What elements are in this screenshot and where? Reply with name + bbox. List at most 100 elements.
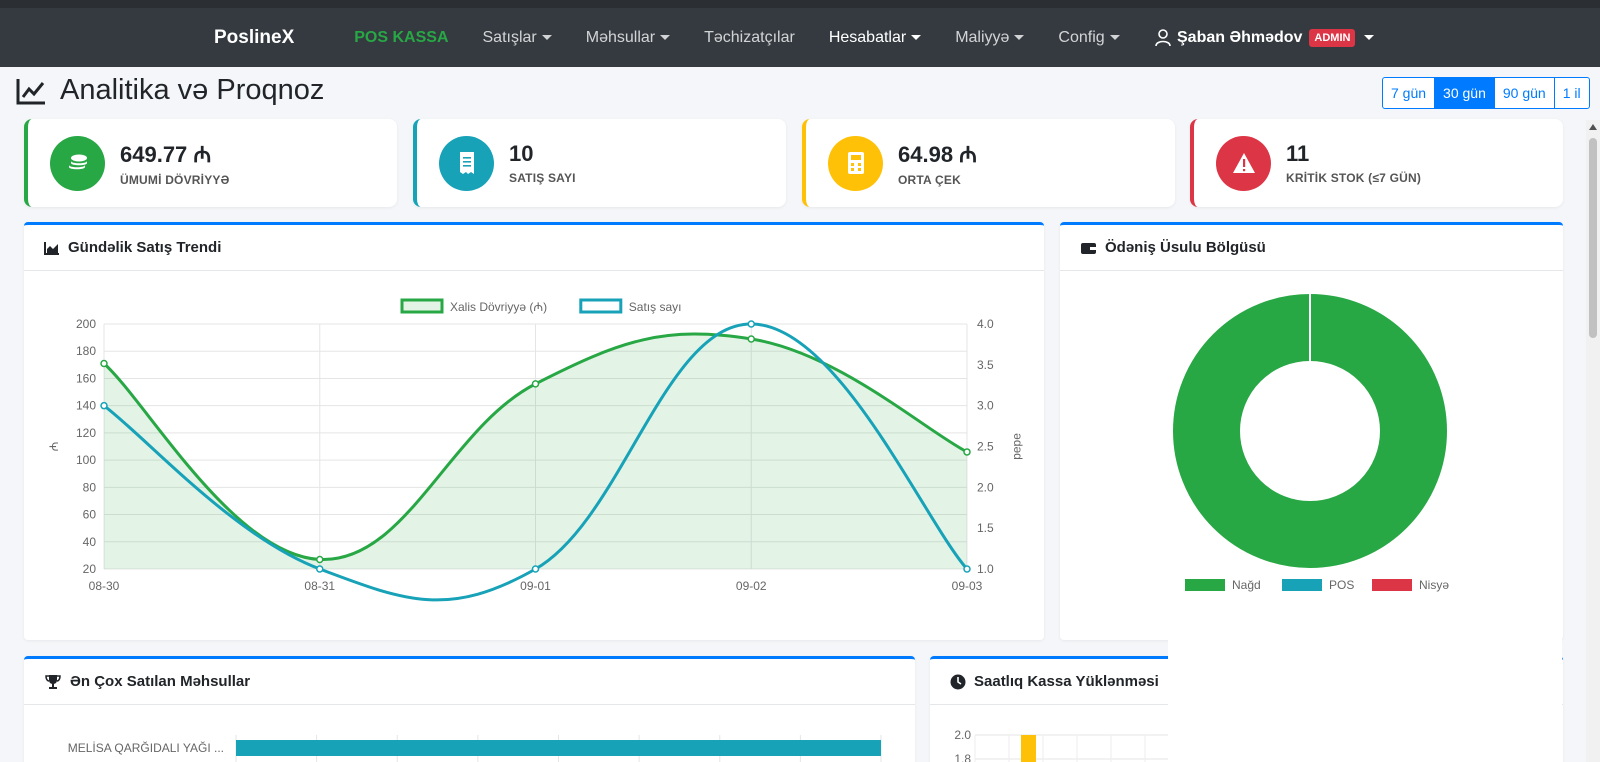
y-tick-label: 100 <box>76 453 96 467</box>
data-point <box>100 359 108 368</box>
range-30-days-button[interactable]: 30 gün <box>1434 77 1495 109</box>
nav-label: POS KASSA <box>354 28 449 46</box>
scroll-up-arrow-icon[interactable] <box>1589 124 1597 130</box>
nav-techizatcilar[interactable]: Təchizatçılar <box>704 29 795 47</box>
nav-hesabatlar[interactable]: Hesabatlar <box>828 28 922 47</box>
page-header: Analitika və Proqnoz <box>16 74 324 107</box>
y-tick-label: 200 <box>76 317 96 331</box>
line-chart-icon <box>16 78 45 104</box>
y-tick-label: 40 <box>83 535 97 549</box>
x-tick-label: 09-03 <box>952 579 983 593</box>
y2-tick-label: 4.0 <box>977 317 994 331</box>
kpi-card-critical-stock: 11 KRİTİK STOK (≤7 GÜN) <box>1190 119 1563 207</box>
y-tick-label: 120 <box>76 426 96 440</box>
data-point <box>100 401 108 410</box>
data-point <box>747 335 755 343</box>
user-menu[interactable]: Şaban Əhmədov ADMIN <box>1155 8 1375 67</box>
x-tick-label: 08-31 <box>304 579 335 593</box>
panel-title: Saatlıq Kassa Yüklənməsi <box>974 673 1159 690</box>
range-selector: 7 gün 30 gün 90 gün 1 il <box>1382 77 1590 109</box>
sales-trend-chart: 20 40 60 80 100 120 140 160 180 200 1.0 1.5 2.0 2.5 3.… <box>47 298 1025 602</box>
legend-swatch <box>400 298 444 314</box>
data-point <box>531 380 540 388</box>
y-tick-label: 1.8 <box>954 752 971 762</box>
range-7-days-button[interactable]: 7 gün <box>1382 77 1436 109</box>
kpi-card-sales-count: 10 SATIŞ SAYI <box>413 119 786 207</box>
nav-satislar[interactable]: Satışlar <box>483 29 552 47</box>
legend-swatch <box>1282 579 1322 591</box>
trophy-icon <box>45 674 61 689</box>
data-point <box>963 448 971 456</box>
kpi-value: 64.98 ₼ <box>898 142 977 167</box>
panel-title: Ən Çox Satılan Məhsullar <box>70 673 251 690</box>
bar <box>236 740 881 756</box>
user-icon <box>1155 28 1171 46</box>
chevron-down-icon <box>1109 35 1120 40</box>
nav-mehsullar[interactable]: Məhsullar <box>586 29 671 47</box>
receipt-icon <box>439 135 494 191</box>
role-badge: ADMIN <box>1309 28 1356 47</box>
legend-label: Xalis Dövriyyə (₼) <box>450 300 547 314</box>
nav-pos-kassa[interactable]: POS KASSA <box>354 29 448 47</box>
panel-header: Ən Çox Satılan Məhsullar <box>24 659 915 705</box>
data-point <box>316 565 324 573</box>
nav-label: Satışlar <box>482 28 537 46</box>
brand-logo[interactable]: PoslineX <box>214 27 294 49</box>
trend-panel: Gündəlik Satış Trendi 20 40 60 80 100 120 140 1… <box>24 222 1044 640</box>
y-tick-label: 180 <box>76 344 96 358</box>
legend-swatch <box>1185 579 1225 591</box>
data-point <box>963 565 971 573</box>
chevron-down-icon <box>1364 35 1375 40</box>
x-tick-label: 09-02 <box>736 579 767 593</box>
kpi-card-average-check: 64.98 ₼ ORTA ÇEK <box>802 119 1175 207</box>
category-label: MELİSA QARĞIDALI YAĞI ... <box>68 740 224 755</box>
y2-tick-label: 3.5 <box>977 358 994 372</box>
nav-label: Maliyyə <box>955 28 1010 46</box>
top-products-panel: Ən Çox Satılan Məhsullar MELİSA QARĞIDAL… <box>24 656 915 762</box>
y2-tick-label: 3.0 <box>977 399 994 413</box>
chevron-down-icon <box>911 35 922 40</box>
nav-config[interactable]: Config <box>1058 28 1120 47</box>
scrollbar[interactable] <box>1586 120 1600 762</box>
page-title: Analitika və Proqnoz <box>60 74 325 106</box>
nav-label: Config <box>1058 28 1105 46</box>
y2-axis-label: ədəd <box>1011 433 1025 460</box>
kpi-value: 11 <box>1286 141 1310 166</box>
user-name: Şaban Əhmədov <box>1177 28 1303 46</box>
bar <box>1021 735 1036 762</box>
panel-title: Gündəlik Satış Trendi <box>68 239 222 256</box>
legend-swatch <box>1372 579 1412 591</box>
legend-label: Nağd <box>1232 578 1261 592</box>
chevron-down-icon <box>660 35 671 40</box>
x-tick-label: 09-01 <box>520 579 551 593</box>
calculator-icon <box>828 135 883 191</box>
data-point <box>316 555 324 564</box>
y-tick-label: 60 <box>83 508 97 522</box>
data-point <box>747 320 755 328</box>
navbar: PoslineX POS KASSA Satışlar Məhsullar Tə… <box>0 0 1600 67</box>
range-1-year-button[interactable]: 1 il <box>1553 77 1590 109</box>
scrollbar-thumb[interactable] <box>1589 138 1597 338</box>
range-90-days-button[interactable]: 90 gün <box>1493 77 1555 109</box>
warning-icon <box>1216 135 1271 191</box>
y2-tick-label: 2.0 <box>977 480 994 494</box>
y-tick-label: 2.0 <box>954 728 971 742</box>
legend-label: Nisyə <box>1419 578 1449 592</box>
payment-panel: Ödəniş Üsulu Bölgüsü Nağd POS Nisyə <box>1060 222 1563 640</box>
nav-label: Hesabatlar <box>828 28 907 46</box>
kpi-value: 10 <box>509 141 534 166</box>
kpi-value: 649.77 ₼ <box>120 142 212 167</box>
clock-icon <box>950 674 966 689</box>
nav-menu: PoslineX POS KASSA Satışlar Məhsullar Tə… <box>214 8 1154 67</box>
overlay-block <box>1168 620 1562 762</box>
legend-label: POS <box>1329 578 1354 592</box>
data-point <box>531 565 540 573</box>
coins-icon <box>50 135 105 191</box>
legend-swatch <box>579 298 623 314</box>
kpi-label: KRİTİK STOK (≤7 GÜN) <box>1286 171 1422 185</box>
payment-donut-chart: Nağd POS Nisyə <box>1173 294 1449 592</box>
wallet-icon <box>1081 242 1096 254</box>
y-axis-label: ₼ <box>47 442 61 452</box>
nav-maliyye[interactable]: Maliyyə <box>955 28 1025 47</box>
y-tick-label: 80 <box>83 480 97 494</box>
